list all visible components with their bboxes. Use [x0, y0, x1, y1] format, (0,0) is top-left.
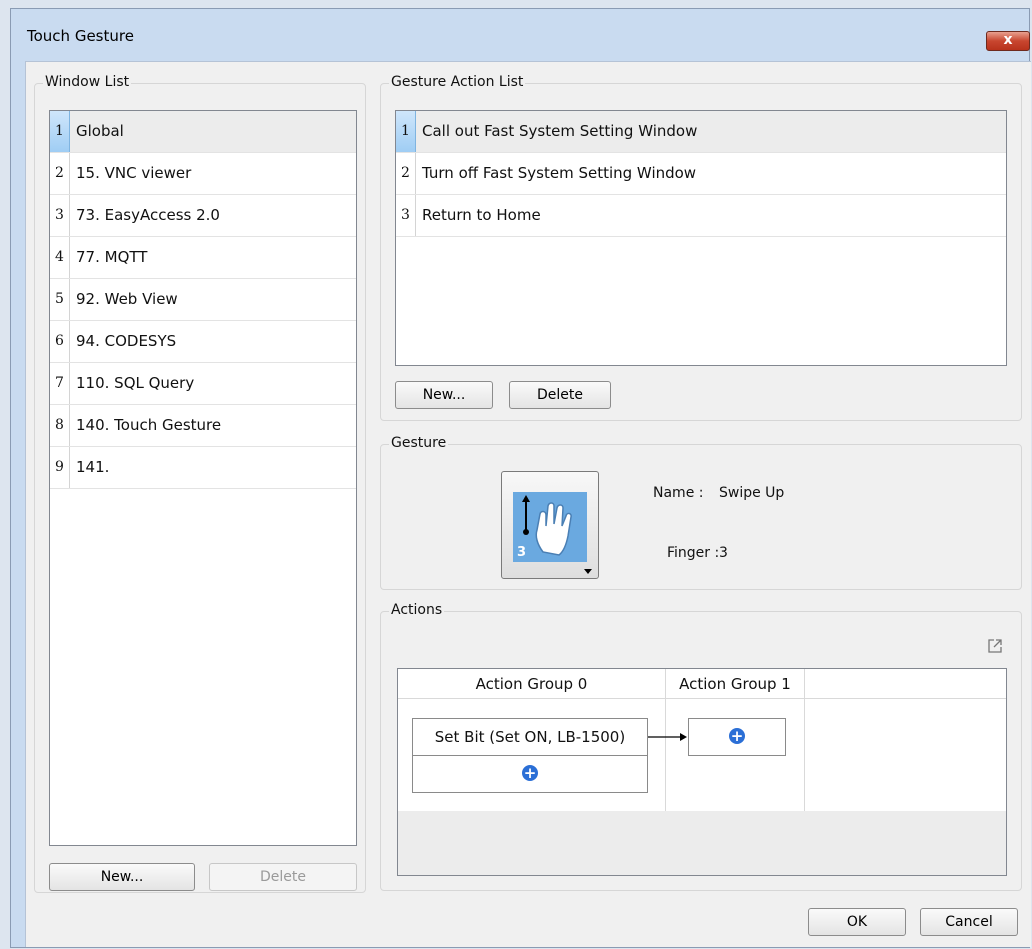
gesture-name-value: Swipe Up	[719, 485, 785, 501]
popout-icon[interactable]	[987, 638, 1003, 654]
swipe-up-hand-icon: 3	[513, 492, 587, 562]
window-list-row-number: 5	[50, 279, 70, 320]
gesture-action-row-number: 3	[396, 195, 416, 236]
window-list-row[interactable]: 3 73. EasyAccess 2.0	[50, 195, 356, 237]
close-icon: x	[1003, 32, 1013, 48]
gesture-action-list[interactable]: 1 Call out Fast System Setting Window 2 Tur…	[395, 110, 1007, 366]
window-list-row-label: 15. VNC viewer	[76, 164, 192, 182]
actions-label: Actions	[389, 602, 445, 618]
window-list-row-number: 2	[50, 153, 70, 194]
action-group-0-header: Action Group 0	[398, 669, 666, 699]
gesture-group: Gesture 3 Name : Swipe Up Finger : 3	[380, 435, 1022, 590]
window-list-row[interactable]: 6 94. CODESYS	[50, 321, 356, 363]
gesture-action-row-label: Return to Home	[422, 206, 541, 224]
window-list-row[interactable]: 5 92. Web View	[50, 279, 356, 321]
svg-text:3: 3	[517, 545, 526, 560]
gesture-label: Gesture	[389, 435, 449, 451]
window-list-row[interactable]: 1 Global	[50, 111, 356, 153]
window-list-row[interactable]: 2 15. VNC viewer	[50, 153, 356, 195]
ok-button[interactable]: OK	[808, 908, 906, 936]
gesture-finger-label: Finger :	[667, 545, 720, 561]
window-list-row[interactable]: 4 77. MQTT	[50, 237, 356, 279]
window-list-row-number: 6	[50, 321, 70, 362]
window-list-row-number: 7	[50, 363, 70, 404]
gesture-action-row-number: 1	[396, 111, 416, 152]
window-list-row-number: 4	[50, 237, 70, 278]
window-list-row-label: Global	[76, 122, 124, 140]
window-new-button[interactable]: New...	[49, 863, 195, 891]
title-bar: Touch Gesture x	[11, 9, 1030, 61]
window-list-row-label: 141.	[76, 458, 110, 476]
window-title: Touch Gesture	[27, 27, 134, 45]
add-action-button-group-0[interactable]: +	[412, 755, 648, 793]
action-group-empty-column	[805, 699, 1006, 811]
action-new-button[interactable]: New...	[395, 381, 493, 409]
gesture-action-row[interactable]: 1 Call out Fast System Setting Window	[396, 111, 1006, 153]
gesture-action-row[interactable]: 2 Turn off Fast System Setting Window	[396, 153, 1006, 195]
gesture-name-label: Name :	[653, 485, 704, 501]
gesture-action-row[interactable]: 3 Return to Home	[396, 195, 1006, 237]
gesture-picker-button[interactable]: 3	[501, 471, 599, 579]
window-list-row-number: 1	[50, 111, 70, 152]
window-list-row[interactable]: 7 110. SQL Query	[50, 363, 356, 405]
window-list-row[interactable]: 8 140. Touch Gesture	[50, 405, 356, 447]
window-list-row-label: 92. Web View	[76, 290, 178, 308]
action-group-empty-header	[805, 669, 1006, 699]
dropdown-arrow-icon	[584, 569, 592, 574]
actions-group: Actions Action Group 0 Action Group 1 Se…	[380, 602, 1022, 891]
gesture-action-list-group: Gesture Action List 1 Call out Fast Syste…	[380, 74, 1022, 421]
gesture-action-list-label: Gesture Action List	[389, 74, 526, 90]
window-list-row-label: 94. CODESYS	[76, 332, 177, 350]
window-list-row-label: 110. SQL Query	[76, 374, 195, 392]
window-list-row-number: 8	[50, 405, 70, 446]
window-delete-button[interactable]: Delete	[209, 863, 357, 891]
window-list[interactable]: 1 Global 2 15. VNC viewer 3 73. EasyAccess 2.…	[49, 110, 357, 846]
action-item-set-bit[interactable]: Set Bit (Set ON, LB-1500)	[412, 718, 648, 756]
gesture-action-row-label: Turn off Fast System Setting Window	[422, 164, 697, 182]
window-list-row[interactable]: 9 141.	[50, 447, 356, 489]
action-delete-button[interactable]: Delete	[509, 381, 611, 409]
window-list-row-label: 73. EasyAccess 2.0	[76, 206, 220, 224]
action-group-1-header: Action Group 1	[666, 669, 805, 699]
add-action-button-group-1[interactable]: +	[688, 718, 786, 756]
action-flow-grid: Action Group 0 Action Group 1 Set Bit (S…	[397, 668, 1007, 876]
cancel-button[interactable]: Cancel	[920, 908, 1018, 936]
dialog-window: Touch Gesture x Window List 1 Global 2 15. …	[10, 8, 1031, 948]
close-button[interactable]: x	[986, 31, 1030, 51]
add-icon: +	[522, 764, 538, 782]
dialog-client-area: Window List 1 Global 2 15. VNC viewer 3 73. E…	[25, 61, 1031, 947]
gesture-action-row-number: 2	[396, 153, 416, 194]
window-list-group: Window List 1 Global 2 15. VNC viewer 3 73. E…	[34, 74, 366, 893]
window-list-row-label: 77. MQTT	[76, 248, 148, 266]
flow-arrow-icon	[648, 733, 687, 741]
add-icon: +	[729, 727, 745, 745]
window-list-row-number: 9	[50, 447, 70, 488]
gesture-action-row-label: Call out Fast System Setting Window	[422, 122, 698, 140]
window-list-row-label: 140. Touch Gesture	[76, 416, 222, 434]
window-list-label: Window List	[43, 74, 132, 90]
gesture-finger-value: 3	[719, 545, 728, 561]
window-list-row-number: 3	[50, 195, 70, 236]
